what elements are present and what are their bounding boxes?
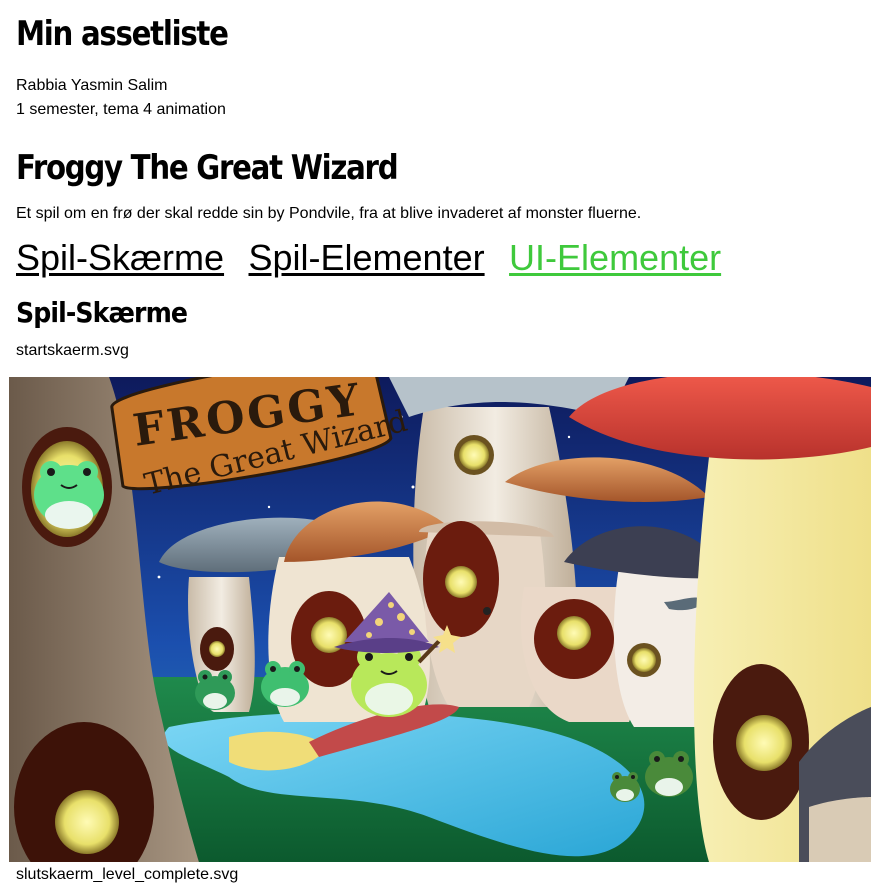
nav-link-spil-skaerme[interactable]: Spil-Skærme — [16, 237, 224, 279]
author-name: Rabbia Yasmin Salim — [16, 77, 168, 94]
asset-filename-2: slutskaerm_level_complete.svg — [16, 866, 239, 883]
author-info: Rabbia Yasmin Salim 1 semester, tema 4 a… — [16, 74, 226, 122]
game-description: Et spil om en frø der skal redde sin by … — [16, 205, 642, 222]
course-info: 1 semester, tema 4 animation — [16, 101, 226, 118]
game-title: Froggy The Great Wizard — [16, 148, 399, 188]
section-nav: Spil-Skærme Spil-Elementer UI-Elementer — [16, 237, 741, 279]
page-title: Min assetliste — [16, 14, 229, 54]
start-screen-image: FROGGY The Great Wizard — [9, 377, 871, 862]
section-title: Spil-Skærme — [16, 296, 188, 329]
asset-filename: startskaerm.svg — [16, 342, 129, 359]
nav-link-spil-elementer[interactable]: Spil-Elementer — [249, 237, 485, 279]
nav-link-ui-elementer[interactable]: UI-Elementer — [509, 237, 721, 279]
